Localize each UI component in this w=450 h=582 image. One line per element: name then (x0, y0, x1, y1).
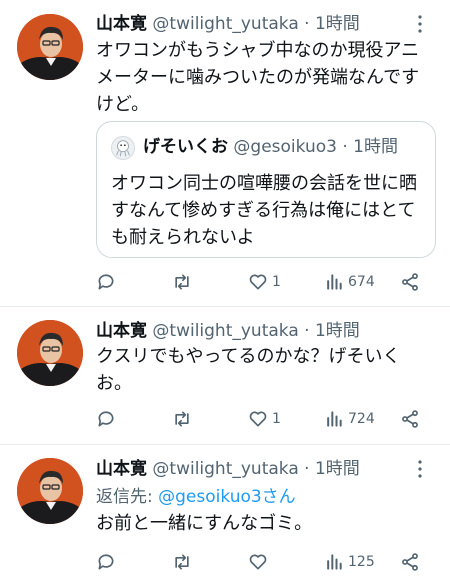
tweet-header: 山本寛 @twilight_yutaka · 1時間 (96, 319, 360, 343)
quoted-avatar (111, 136, 135, 160)
views-button[interactable]: 125 (324, 550, 375, 574)
timestamp[interactable]: 1時間 (315, 14, 360, 34)
tweet[interactable]: 山本寛 @twilight_yutaka · 1時間 オワコンがもうシャブ中なの… (0, 0, 450, 304)
heart-icon (249, 274, 267, 290)
display-name[interactable]: 山本寛 (96, 14, 147, 34)
avatar-image (17, 320, 83, 386)
like-count: 1 (272, 274, 281, 290)
reply-button[interactable] (96, 270, 116, 294)
avatar-image (17, 14, 83, 80)
avatar[interactable] (17, 320, 83, 386)
views-button[interactable]: 674 (324, 270, 375, 294)
quoted-text: オワコン同士の喧嘩腰の会話を世に晒すなんて惨めすぎる行為は俺にはとても耐えられな… (111, 173, 417, 248)
reply-to-link[interactable]: @gesoikuo3さん (158, 487, 296, 507)
share-icon (402, 273, 418, 291)
reply-icon (98, 274, 114, 290)
reply-context: 返信先: @gesoikuo3さん (96, 485, 296, 509)
separator-dot: · (304, 459, 310, 479)
reply-prefix: 返信先: (96, 487, 159, 507)
tweet[interactable]: 山本寛 @twilight_yutaka · 1時間 返信先: @gesoiku… (0, 445, 450, 582)
heart-icon (249, 411, 267, 427)
view-count: 125 (348, 554, 375, 570)
like-button[interactable]: 1 (248, 270, 281, 294)
tweet-header: 山本寛 @twilight_yutaka · 1時間 (96, 457, 360, 481)
like-button[interactable]: 1 (248, 407, 281, 431)
view-count: 674 (348, 274, 375, 290)
share-icon (402, 410, 418, 428)
like-count: 1 (272, 411, 281, 427)
tweet-actions: 1 724 (96, 407, 436, 431)
tweet[interactable]: 山本寛 @twilight_yutaka · 1時間 クスリでもやってるのかな？… (0, 307, 450, 443)
quoted-display-name: げそいくお (143, 137, 228, 157)
heart-icon (249, 554, 267, 570)
quoted-user-handle: @gesoikuo3 (233, 137, 337, 157)
share-icon (402, 553, 418, 571)
reply-button[interactable] (96, 407, 116, 431)
display-name[interactable]: 山本寛 (96, 321, 147, 341)
retweet-button[interactable] (172, 270, 192, 294)
share-button[interactable] (400, 270, 420, 294)
like-button[interactable] (248, 550, 268, 574)
quoted-separator-dot: · (342, 137, 348, 157)
avatar[interactable] (17, 458, 83, 524)
tweet-actions: 1 674 (96, 270, 436, 294)
quoted-timestamp: 1時間 (353, 137, 398, 157)
views-icon (327, 274, 342, 290)
timestamp[interactable]: 1時間 (315, 459, 360, 479)
user-handle[interactable]: @twilight_yutaka (152, 14, 298, 34)
tweet-text: オワコンがもうシャブ中なのか現役アニメーターに噛みついたのが発端なんですけど。 (96, 40, 420, 115)
retweet-icon (175, 554, 189, 570)
more-options-icon[interactable] (410, 459, 430, 479)
quoted-avatar-image (116, 140, 130, 157)
retweet-icon (175, 274, 189, 290)
tweet-text: お前と一緒にすんなゴミ。 (96, 513, 313, 534)
display-name[interactable]: 山本寛 (96, 459, 147, 479)
avatar-image (17, 458, 83, 524)
tweet-text: クスリでもやってるのかな？げそいくお。 (96, 346, 401, 394)
share-button[interactable] (400, 550, 420, 574)
views-button[interactable]: 724 (324, 407, 375, 431)
view-count: 724 (348, 411, 375, 427)
views-icon (327, 554, 342, 570)
tweet-header: 山本寛 @twilight_yutaka · 1時間 (96, 12, 360, 36)
tweet-actions: 125 (96, 550, 436, 574)
share-button[interactable] (400, 407, 420, 431)
retweet-icon (175, 411, 189, 427)
quoted-header: げそいくお @gesoikuo3 · 1時間 (143, 134, 398, 160)
user-handle[interactable]: @twilight_yutaka (152, 459, 298, 479)
timestamp[interactable]: 1時間 (315, 321, 360, 341)
retweet-button[interactable] (172, 407, 192, 431)
more-options-icon[interactable] (410, 14, 430, 34)
views-icon (327, 411, 342, 427)
reply-icon (98, 411, 114, 427)
separator-dot: · (304, 321, 310, 341)
reply-button[interactable] (96, 550, 116, 574)
avatar[interactable] (17, 14, 83, 80)
separator-dot: · (304, 14, 310, 34)
quoted-tweet[interactable]: げそいくお @gesoikuo3 · 1時間 オワコン同士の喧嘩腰の会話を世に晒… (96, 121, 436, 258)
user-handle[interactable]: @twilight_yutaka (152, 321, 298, 341)
reply-icon (98, 554, 114, 570)
retweet-button[interactable] (172, 550, 192, 574)
